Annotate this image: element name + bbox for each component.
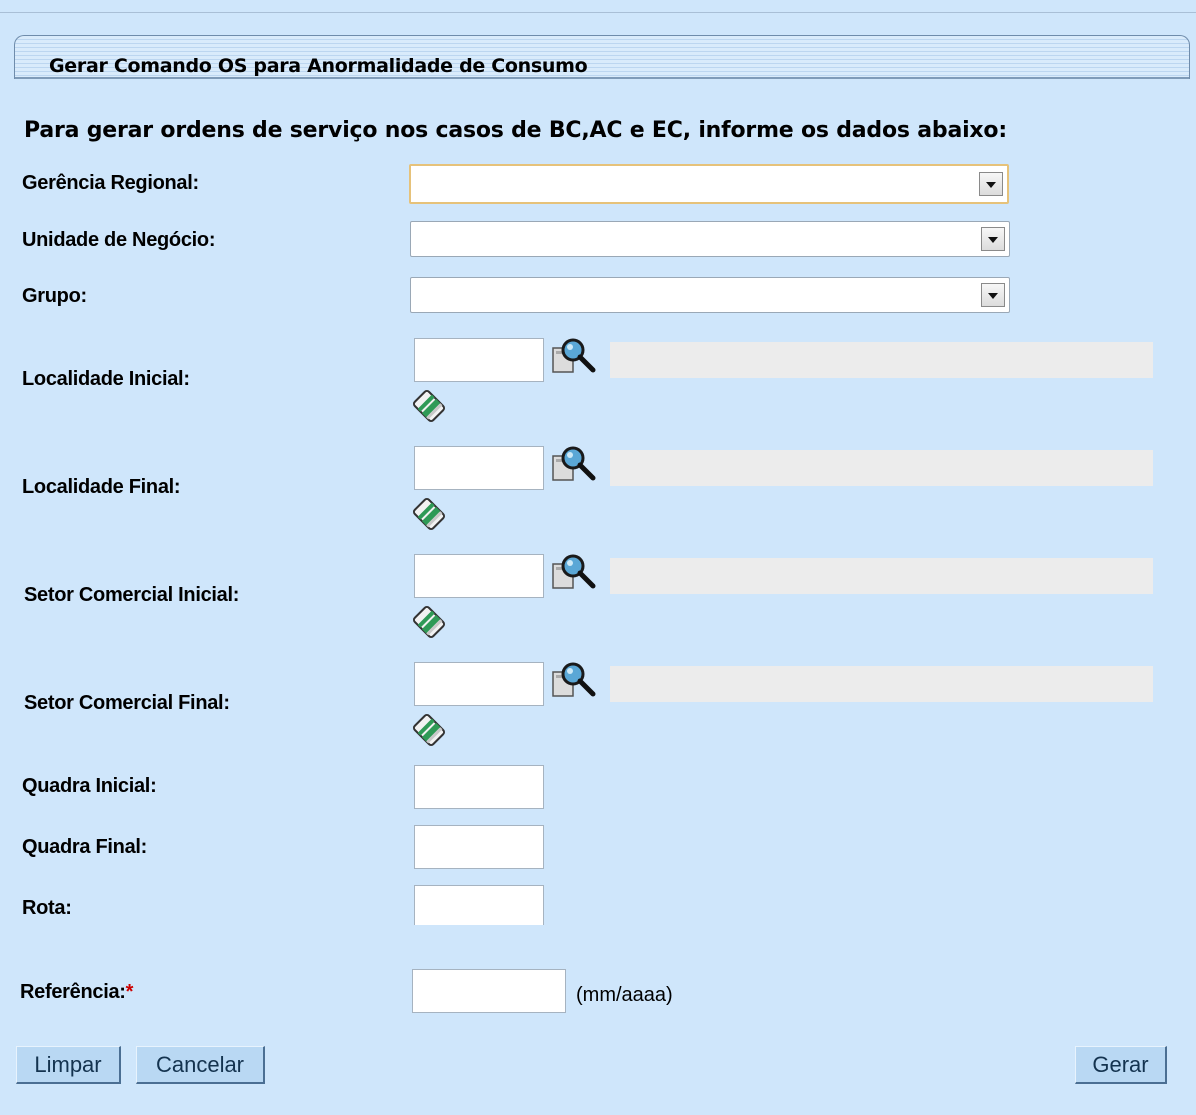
localidade-inicial-input[interactable] xyxy=(414,338,544,382)
eraser-icon[interactable] xyxy=(411,712,447,748)
limpar-button[interactable]: Limpar xyxy=(16,1046,121,1084)
top-divider xyxy=(0,12,1196,13)
rota-label: Rota: xyxy=(22,897,72,919)
search-icon[interactable] xyxy=(551,660,601,702)
title-bar: Gerar Comando OS para Anormalidade de Co… xyxy=(14,35,1190,79)
grupo-select[interactable] xyxy=(410,277,1010,313)
quadra-final-input[interactable] xyxy=(414,825,544,869)
eraser-icon[interactable] xyxy=(411,604,447,640)
form-instruction: Para gerar ordens de serviço nos casos d… xyxy=(24,118,1007,143)
gerencia-regional-label: Gerência Regional: xyxy=(22,172,199,194)
chevron-down-icon[interactable] xyxy=(979,172,1003,196)
setor-comercial-final-label: Setor Comercial Final: xyxy=(24,692,230,714)
referencia-label-text: Referência: xyxy=(20,981,126,1003)
unidade-negocio-select[interactable] xyxy=(410,221,1010,257)
localidade-inicial-label: Localidade Inicial: xyxy=(22,368,190,390)
gerar-button[interactable]: Gerar xyxy=(1075,1046,1167,1084)
unidade-negocio-label: Unidade de Negócio: xyxy=(22,229,216,251)
quadra-inicial-label: Quadra Inicial: xyxy=(22,775,157,797)
setor-comercial-inicial-description xyxy=(610,558,1153,594)
chevron-down-icon[interactable] xyxy=(981,227,1005,251)
referencia-input[interactable] xyxy=(412,969,566,1013)
setor-comercial-inicial-label: Setor Comercial Inicial: xyxy=(24,584,240,606)
quadra-inicial-input[interactable] xyxy=(414,765,544,809)
chevron-down-icon[interactable] xyxy=(981,283,1005,307)
search-icon[interactable] xyxy=(551,444,601,486)
required-mark: * xyxy=(125,981,134,1003)
search-icon[interactable] xyxy=(551,336,601,378)
localidade-final-label: Localidade Final: xyxy=(22,476,181,498)
eraser-icon[interactable] xyxy=(411,388,447,424)
search-icon[interactable] xyxy=(551,552,601,594)
localidade-final-description xyxy=(610,450,1153,486)
setor-comercial-inicial-input[interactable] xyxy=(414,554,544,598)
quadra-final-label: Quadra Final: xyxy=(22,836,148,858)
grupo-label: Grupo: xyxy=(22,285,87,307)
title-underline xyxy=(15,77,1189,79)
page-title: Gerar Comando OS para Anormalidade de Co… xyxy=(49,55,588,77)
referencia-label: Referência:* xyxy=(20,981,133,1004)
setor-comercial-final-input[interactable] xyxy=(414,662,544,706)
setor-comercial-final-description xyxy=(610,666,1153,702)
localidade-final-input[interactable] xyxy=(414,446,544,490)
eraser-icon[interactable] xyxy=(411,496,447,532)
localidade-inicial-description xyxy=(610,342,1153,378)
gerencia-regional-select[interactable] xyxy=(409,164,1009,204)
rota-input[interactable] xyxy=(414,885,544,925)
referencia-format-hint: (mm/aaaa) xyxy=(576,984,673,1006)
cancelar-button[interactable]: Cancelar xyxy=(136,1046,265,1084)
